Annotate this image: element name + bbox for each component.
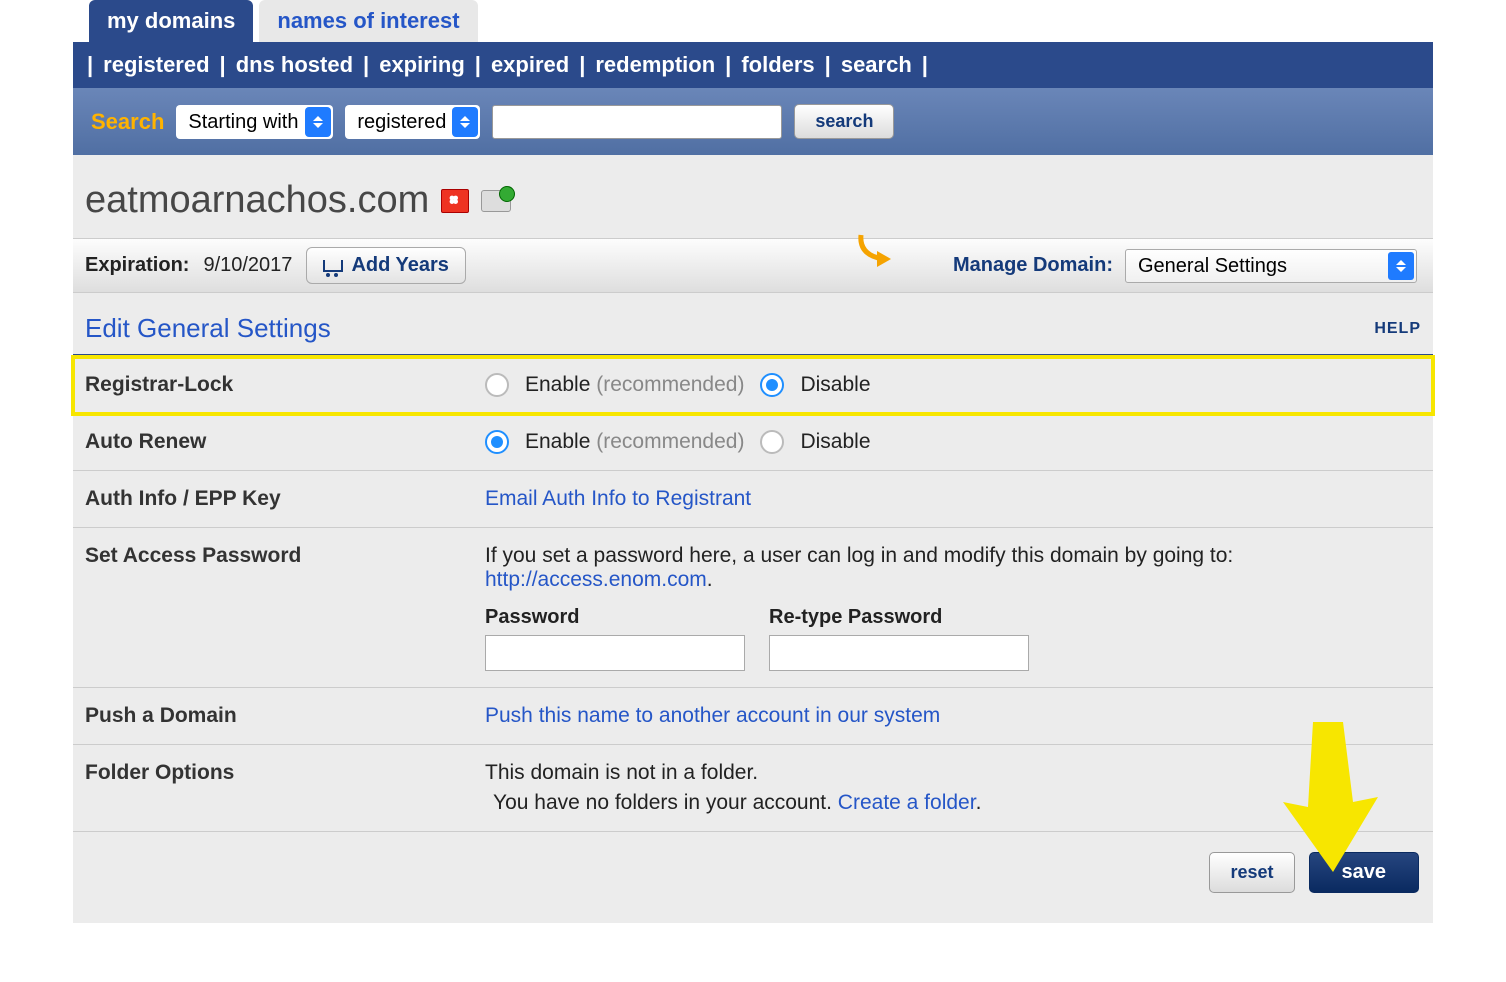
search-bar: Search Starting with registered search [73, 88, 1433, 155]
password-field-label: Password [485, 606, 745, 629]
auto-renew-options: Enable (recommended) Disable [485, 430, 1421, 454]
retype-password-input[interactable] [769, 635, 1029, 671]
disable-label: Disable [800, 430, 870, 454]
auth-info-label: Auth Info / EPP Key [85, 487, 485, 511]
domain-name: eatmoarnachos.com [85, 179, 429, 222]
tab-names-of-interest[interactable]: names of interest [259, 0, 477, 42]
domain-header: eatmoarnachos.com [73, 179, 1433, 238]
subnav-dns-hosted[interactable]: dns hosted [236, 52, 353, 78]
row-auto-renew: Auto Renew Enable (recommended) Disable [73, 414, 1433, 471]
pipe: | [922, 52, 928, 78]
password-input[interactable] [485, 635, 745, 671]
pipe: | [87, 52, 93, 78]
section-title-row: Edit General Settings HELP [73, 293, 1433, 354]
folder-status-text: This domain is not in a folder. [485, 761, 1421, 785]
search-scope-select-wrap: registered [345, 105, 480, 139]
create-folder-link[interactable]: Create a folder [838, 791, 976, 814]
row-push-domain: Push a Domain Push this name to another … [73, 688, 1433, 745]
subnav-expiring[interactable]: expiring [379, 52, 465, 78]
set-password-label: Set Access Password [85, 544, 485, 568]
content: eatmoarnachos.com Expiration: 9/10/2017 … [73, 155, 1433, 923]
pipe: | [220, 52, 226, 78]
section-title: Edit General Settings [85, 313, 331, 344]
manage-domain-select-wrap: General Settings [1125, 249, 1417, 283]
retype-password-field-label: Re-type Password [769, 606, 1029, 629]
search-input[interactable] [492, 105, 782, 139]
search-label: Search [91, 109, 164, 135]
manage-domain-select[interactable]: General Settings [1126, 250, 1416, 282]
reset-button[interactable]: reset [1209, 852, 1294, 893]
pipe: | [825, 52, 831, 78]
subnav-expired[interactable]: expired [491, 52, 569, 78]
pipe: | [475, 52, 481, 78]
disable-label: Disable [800, 373, 870, 397]
search-mode-select[interactable]: Starting with [176, 105, 333, 139]
subnav-folders[interactable]: folders [741, 52, 814, 78]
subnav-search[interactable]: search [841, 52, 912, 78]
subnav-registered[interactable]: registered [103, 52, 209, 78]
registrar-lock-enable-radio[interactable] [485, 373, 509, 397]
tab-my-domains[interactable]: my domains [89, 0, 253, 42]
curved-arrow-icon [855, 231, 899, 276]
expiration-row: Expiration: 9/10/2017 Add Years Manage D… [73, 238, 1433, 293]
expiration-date: 9/10/2017 [203, 254, 292, 277]
auto-renew-label: Auto Renew [85, 430, 485, 454]
search-scope-select[interactable]: registered [345, 105, 480, 139]
expiration-label: Expiration: [85, 254, 189, 277]
enable-label: Enable (recommended) [525, 430, 744, 454]
pipe: | [363, 52, 369, 78]
folder-none-text: You have no folders in your account. Cre… [485, 791, 1421, 815]
auto-renew-enable-radio[interactable] [485, 430, 509, 454]
row-registrar-lock: Registrar-Lock Enable (recommended) Disa… [73, 357, 1433, 414]
enable-label: Enable (recommended) [525, 373, 744, 397]
footer-buttons: reset save [73, 832, 1433, 923]
cart-icon [323, 258, 343, 274]
set-password-desc: If you set a password here, a user can l… [485, 544, 1233, 591]
push-domain-link[interactable]: Push this name to another account in our… [485, 704, 940, 727]
push-domain-label: Push a Domain [85, 704, 485, 728]
save-button[interactable]: save [1309, 852, 1420, 893]
add-years-label: Add Years [351, 254, 448, 277]
registrar-lock-disable-radio[interactable] [760, 373, 784, 397]
manage-domain-label: Manage Domain: [953, 254, 1113, 277]
registrar-lock-options: Enable (recommended) Disable [485, 373, 1421, 397]
help-link[interactable]: HELP [1374, 320, 1421, 338]
folder-options-label: Folder Options [85, 761, 485, 785]
pipe: | [579, 52, 585, 78]
registrar-lock-label: Registrar-Lock [85, 373, 485, 397]
row-auth-info: Auth Info / EPP Key Email Auth Info to R… [73, 471, 1433, 528]
auto-renew-disable-radio[interactable] [760, 430, 784, 454]
row-set-password: Set Access Password If you set a passwor… [73, 528, 1433, 688]
search-button[interactable]: search [794, 104, 894, 139]
email-auth-info-link[interactable]: Email Auth Info to Registrant [485, 487, 751, 510]
row-folder-options: Folder Options This domain is not in a f… [73, 745, 1433, 832]
settings-table: Registrar-Lock Enable (recommended) Disa… [73, 354, 1433, 832]
search-mode-select-wrap: Starting with [176, 105, 333, 139]
whois-icon[interactable] [441, 189, 469, 213]
access-url-link[interactable]: http://access.enom.com [485, 568, 707, 591]
add-card-icon[interactable] [481, 190, 511, 212]
subnav-redemption[interactable]: redemption [595, 52, 715, 78]
add-years-button[interactable]: Add Years [306, 247, 465, 284]
subnav: | registered | dns hosted | expiring | e… [73, 42, 1433, 88]
top-tabs: my domains names of interest [73, 0, 1433, 42]
pipe: | [725, 52, 731, 78]
